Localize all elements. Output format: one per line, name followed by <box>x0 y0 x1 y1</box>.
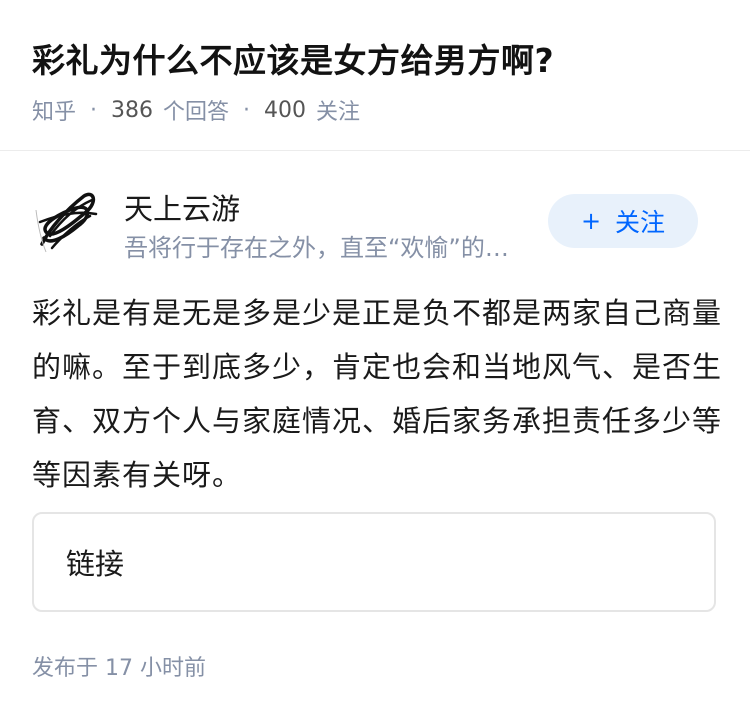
avatar[interactable] <box>32 186 102 256</box>
follower-count: 400 <box>264 97 307 123</box>
answer-count: 386 <box>111 97 154 123</box>
author-bio: 吾将行于存在之外，直至“欢愉”的… <box>124 234 509 262</box>
answer-count-label[interactable]: 个回答 <box>163 94 229 126</box>
plus-icon: + <box>580 207 602 235</box>
separator-dot: · <box>243 97 251 123</box>
follow-button[interactable]: + 关注 <box>548 194 698 248</box>
link-card[interactable]: 链接 <box>32 512 716 612</box>
link-card-label: 链接 <box>66 547 125 581</box>
publish-time: 发布于 17 小时前 <box>32 656 206 681</box>
separator-dot: · <box>90 97 98 123</box>
follow-button-label: 关注 <box>615 208 666 237</box>
question-meta: 知乎 · 386 个回答 · 400 关注 <box>32 94 360 126</box>
answer-content: 彩礼是有是无是多是少是正是负不都是两家自己商量的嘛。至于到底多少，肯定也会和当地… <box>32 296 723 492</box>
section-divider <box>0 150 750 151</box>
question-title[interactable]: 彩礼为什么不应该是女方给男方啊? <box>32 34 554 82</box>
author-name[interactable]: 天上云游 <box>124 186 240 228</box>
signature-scribble-avatar-icon <box>35 192 98 253</box>
source-label[interactable]: 知乎 <box>32 94 76 126</box>
follower-count-label: 关注 <box>316 100 361 125</box>
